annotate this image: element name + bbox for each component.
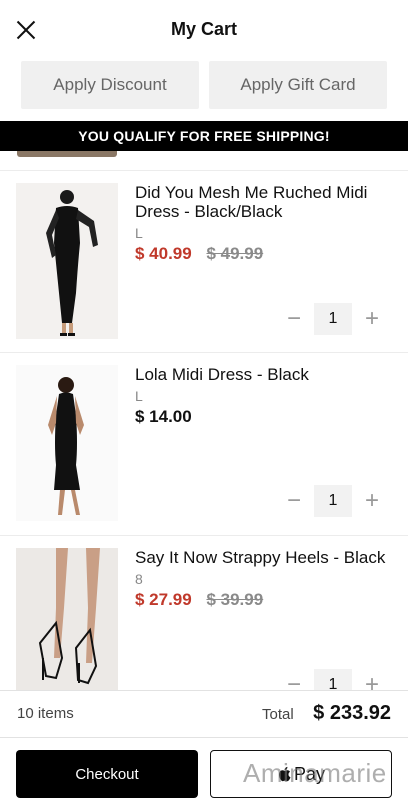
apply-gift-card-button[interactable]: Apply Gift Card xyxy=(209,61,387,109)
original-price: $ 39.99 xyxy=(206,590,264,609)
order-summary: 10 items Total $ 233.92 xyxy=(0,690,408,738)
checkout-button[interactable]: Checkout xyxy=(16,750,198,798)
product-name[interactable]: Say It Now Strappy Heels - Black xyxy=(135,548,400,567)
price: $ 14.00 xyxy=(135,407,192,426)
product-image[interactable] xyxy=(16,365,118,521)
item-info: Say It Now Strappy Heels - Black 8 $ 27.… xyxy=(135,548,400,610)
product-image[interactable] xyxy=(16,183,118,339)
product-size: L xyxy=(135,225,143,241)
original-price: $ 49.99 xyxy=(206,244,264,263)
cart-item: Say It Now Strappy Heels - Black 8 $ 27.… xyxy=(0,535,408,701)
quantity-stepper: − 1 + xyxy=(283,303,383,335)
free-shipping-banner: YOU QUALIFY FOR FREE SHIPPING! xyxy=(0,121,408,151)
quantity-value[interactable]: 1 xyxy=(314,485,352,517)
total-label: Total xyxy=(262,706,294,723)
product-name[interactable]: Did You Mesh Me Ruched Midi Dress - Blac… xyxy=(135,183,400,221)
quantity-value[interactable]: 1 xyxy=(314,303,352,335)
apply-discount-button[interactable]: Apply Discount xyxy=(21,61,199,109)
product-image[interactable] xyxy=(16,548,118,691)
price-row: $ 27.99 $ 39.99 xyxy=(135,590,400,610)
checkout-footer: Checkout Pay Aminamarie xyxy=(0,738,408,800)
page-title: My Cart xyxy=(170,19,237,39)
previous-item-image xyxy=(17,151,117,157)
cart-item: Lola Midi Dress - Black L $ 14.00 − 1 + xyxy=(0,352,408,534)
product-size: 8 xyxy=(135,571,143,587)
item-info: Lola Midi Dress - Black L $ 14.00 xyxy=(135,365,400,427)
cart-item: Did You Mesh Me Ruched Midi Dress - Blac… xyxy=(0,170,408,352)
total-value: $ 233.92 xyxy=(313,702,391,724)
app-header: My Cart xyxy=(0,0,408,60)
decrease-quantity-button[interactable]: − xyxy=(283,303,305,335)
item-info: Did You Mesh Me Ruched Midi Dress - Blac… xyxy=(135,183,400,264)
quantity-stepper: − 1 + xyxy=(283,485,383,517)
product-name[interactable]: Lola Midi Dress - Black xyxy=(135,365,400,384)
sale-price: $ 40.99 xyxy=(135,244,192,263)
increase-quantity-button[interactable]: + xyxy=(361,485,383,517)
product-size: L xyxy=(135,388,143,404)
items-count: 10 items xyxy=(17,705,74,722)
price-row: $ 14.00 xyxy=(135,407,400,427)
cart-actions: Apply Discount Apply Gift Card xyxy=(21,61,387,109)
watermark: Aminamarie xyxy=(243,758,387,788)
increase-quantity-button[interactable]: + xyxy=(361,303,383,335)
price-row: $ 40.99 $ 49.99 xyxy=(135,244,400,264)
sale-price: $ 27.99 xyxy=(135,590,192,609)
decrease-quantity-button[interactable]: − xyxy=(283,485,305,517)
